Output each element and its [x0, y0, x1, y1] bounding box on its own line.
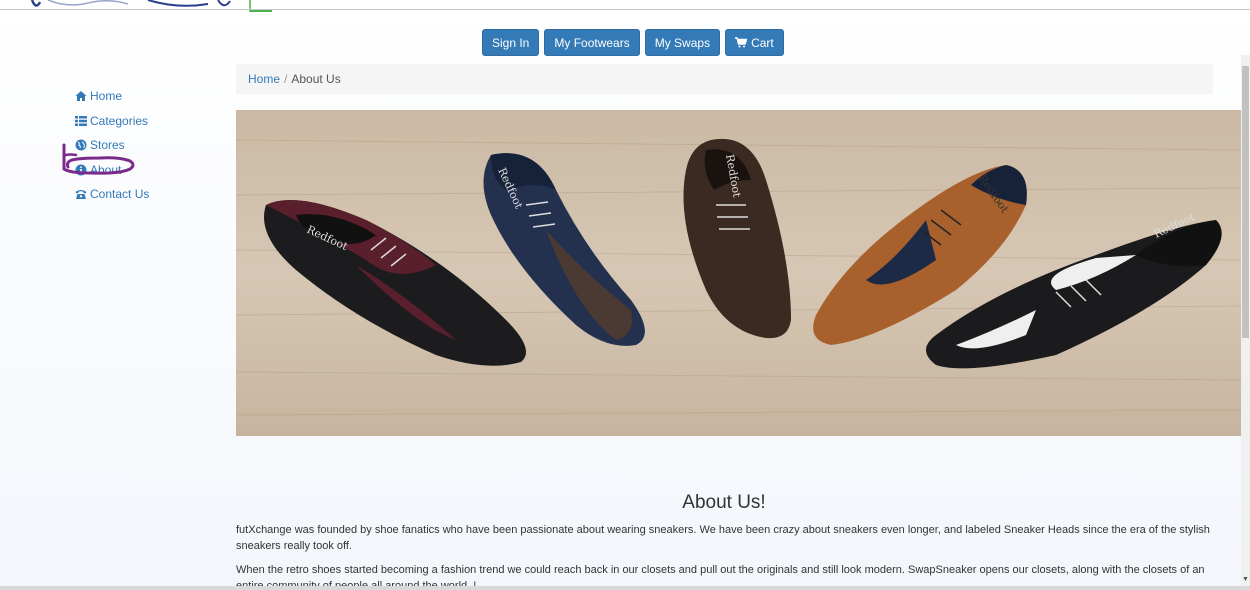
sidebar-item-contact[interactable]: Contact Us: [75, 182, 225, 207]
cart-icon: [735, 37, 748, 48]
sidebar-item-about[interactable]: About: [75, 158, 225, 183]
about-title: About Us!: [682, 492, 766, 513]
phone-icon: [75, 190, 87, 200]
breadcrumb-current: About Us: [291, 72, 341, 86]
top-nav: Sign In My Footwears My Swaps Cart: [482, 29, 784, 56]
breadcrumb-separator: /: [284, 72, 288, 86]
scroll-down-icon[interactable]: ▼: [1242, 576, 1249, 584]
sidebar-item-categories[interactable]: Categories: [75, 109, 225, 134]
sidebar-item-label: Contact Us: [90, 187, 150, 202]
my-footwears-button[interactable]: My Footwears: [544, 29, 640, 56]
home-icon: [75, 91, 87, 102]
sidebar-item-label: Home: [90, 89, 123, 104]
about-paragraph-1: futXchange was founded by shoe fanatics …: [236, 524, 1210, 552]
page: Sign In My Footwears My Swaps Cart Home …: [0, 0, 1250, 590]
sign-in-label: Sign In: [492, 35, 530, 50]
sign-in-button[interactable]: Sign In: [482, 29, 540, 56]
breadcrumb: Home / About Us: [236, 64, 1213, 94]
my-footwears-label: My Footwears: [554, 35, 630, 50]
bottom-edge: [0, 586, 1250, 590]
header-divider: [0, 9, 1250, 10]
list-icon: [75, 115, 87, 126]
my-swaps-button[interactable]: My Swaps: [644, 29, 721, 56]
sidebar-item-home[interactable]: Home: [75, 84, 225, 109]
site-logo[interactable]: [28, 0, 278, 14]
sidebar-item-label: Categories: [90, 113, 149, 128]
cart-label: Cart: [751, 35, 774, 50]
sidebar-item-stores[interactable]: Stores: [75, 133, 225, 158]
info-icon: [75, 164, 87, 176]
breadcrumb-home[interactable]: Home: [248, 72, 280, 86]
sidebar: Home Categories Stores About Contact Us: [75, 84, 225, 207]
scrollbar-thumb[interactable]: [1242, 66, 1249, 338]
about-text: futXchange was founded by shoe fanatics …: [236, 522, 1216, 590]
hero-image: Redfoot Redfoot Redfoot Redfoot Redfoot: [236, 110, 1242, 436]
sidebar-item-label: Stores: [90, 138, 125, 153]
globe-icon: [75, 139, 87, 151]
my-swaps-label: My Swaps: [654, 35, 711, 50]
cart-button[interactable]: Cart: [725, 29, 784, 56]
sidebar-item-label: About: [90, 162, 122, 177]
